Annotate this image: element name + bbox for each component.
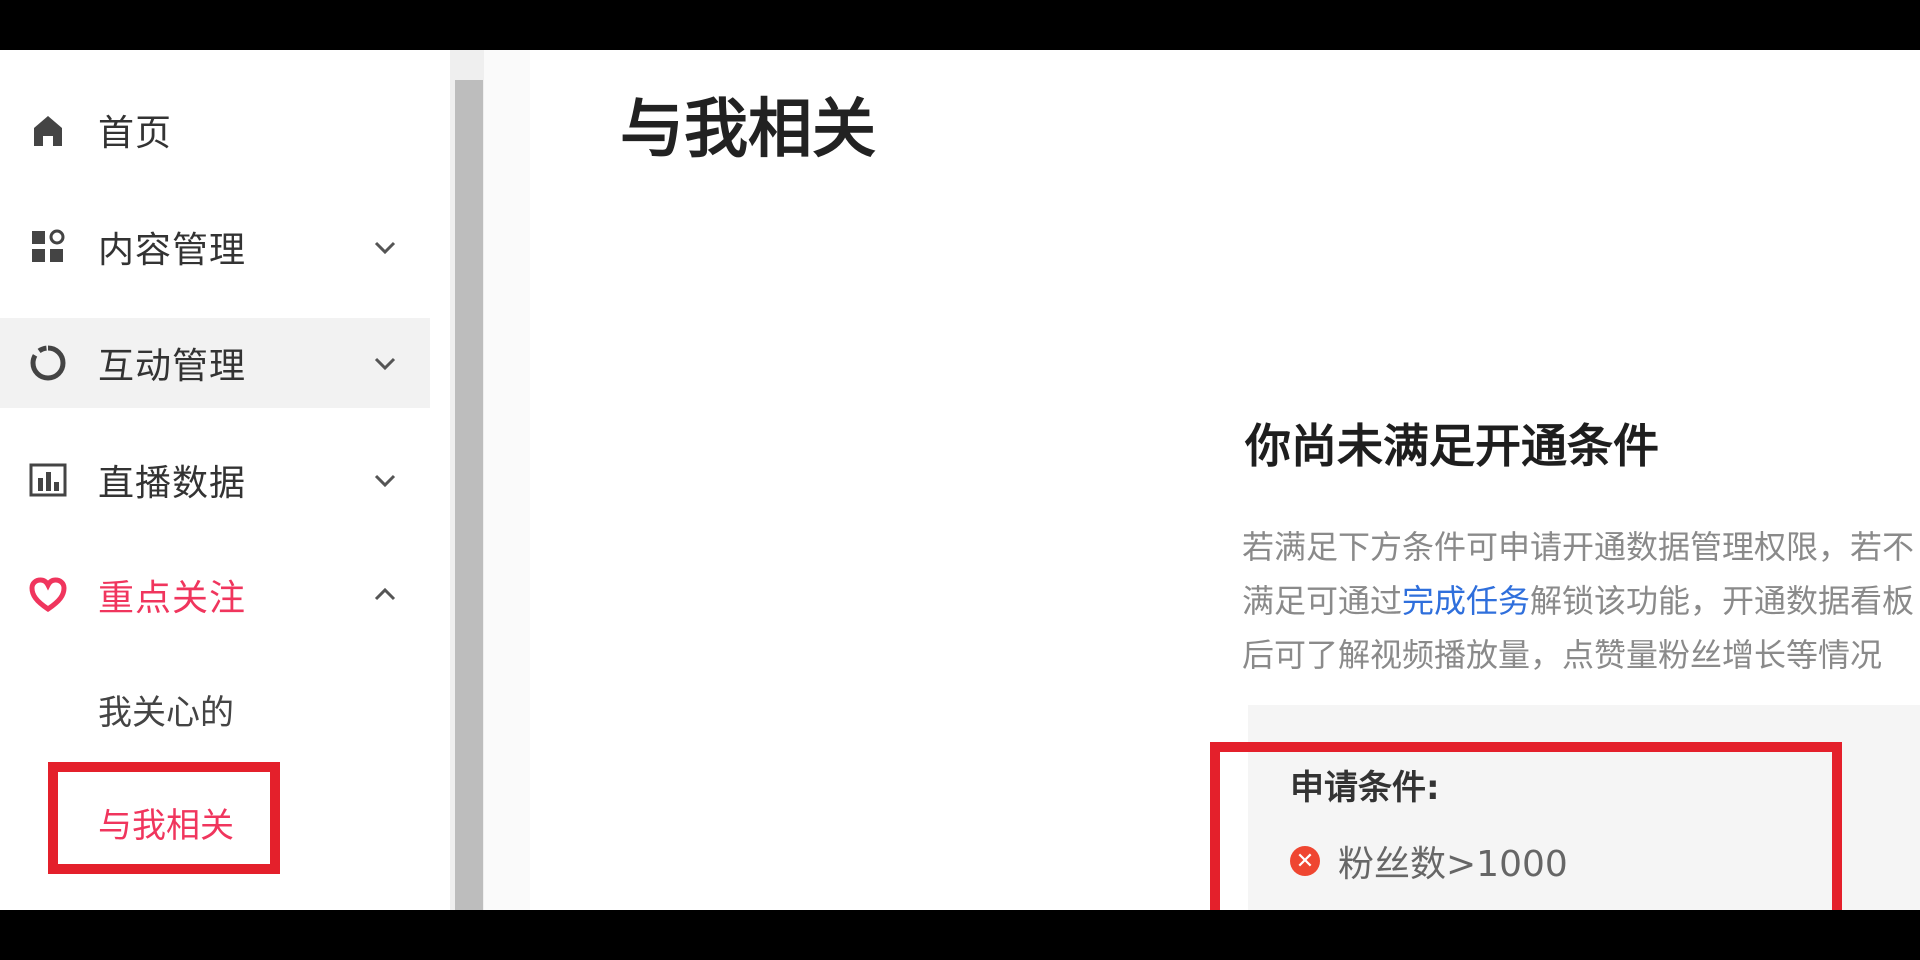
chevron-down-icon[interactable] [368,230,402,264]
sidebar: 首页 内容管理 互动管理 直播数据 重点关注 我关心的 与我相关 [0,50,450,910]
sidebar-item-live-data[interactable]: 直播数据 [0,435,430,525]
sidebar-item-label: 互动管理 [98,346,247,387]
page-title: 与我相关 [620,93,876,167]
chevron-up-icon[interactable] [368,578,402,612]
error-x-icon: ✕ [1290,846,1320,876]
home-icon [26,108,70,152]
complete-task-link[interactable]: 完成任务 [1402,582,1530,620]
sidebar-item-key-focus[interactable]: 重点关注 [0,550,430,640]
app-screen: 首页 内容管理 互动管理 直播数据 重点关注 我关心的 与我相关 与我相关 你尚… [0,50,1920,910]
conditions-label: 申请条件: [1290,768,1440,808]
sidebar-subitem-related-to-me[interactable]: 与我相关 [98,798,234,847]
sidebar-scrollbar-thumb[interactable] [455,80,483,910]
sidebar-item-label: 内容管理 [98,230,247,271]
notice-heading: 你尚未满足开通条件 [1245,419,1659,473]
main-content: 与我相关 你尚未满足开通条件 若满足下方条件可申请开通数据管理权限，若不满足可通… [530,50,1920,910]
sidebar-item-label: 直播数据 [98,463,247,504]
heart-icon [26,573,70,617]
content-grid-icon [26,225,70,269]
bar-chart-icon [26,458,70,502]
sidebar-item-interaction-management[interactable]: 互动管理 [0,318,430,408]
condition-text: 粉丝数>1000 [1338,844,1568,885]
sidebar-item-label: 重点关注 [98,578,247,619]
sidebar-subitem-my-concerns[interactable]: 我关心的 [98,685,234,734]
condition-item: ✕ 粉丝数>1000 [1290,835,1568,887]
sidebar-item-label: 首页 [98,113,173,154]
chevron-down-icon[interactable] [368,463,402,497]
screenshot-frame: 首页 内容管理 互动管理 直播数据 重点关注 我关心的 与我相关 与我相关 你尚… [0,0,1920,960]
chevron-down-icon[interactable] [368,346,402,380]
sidebar-item-home[interactable]: 首页 [0,85,430,175]
sidebar-item-content-management[interactable]: 内容管理 [0,202,430,292]
notice-description: 若满足下方条件可申请开通数据管理权限，若不满足可通过完成任务解锁该功能，开通数据… [1242,520,1920,682]
interaction-icon [26,341,70,385]
